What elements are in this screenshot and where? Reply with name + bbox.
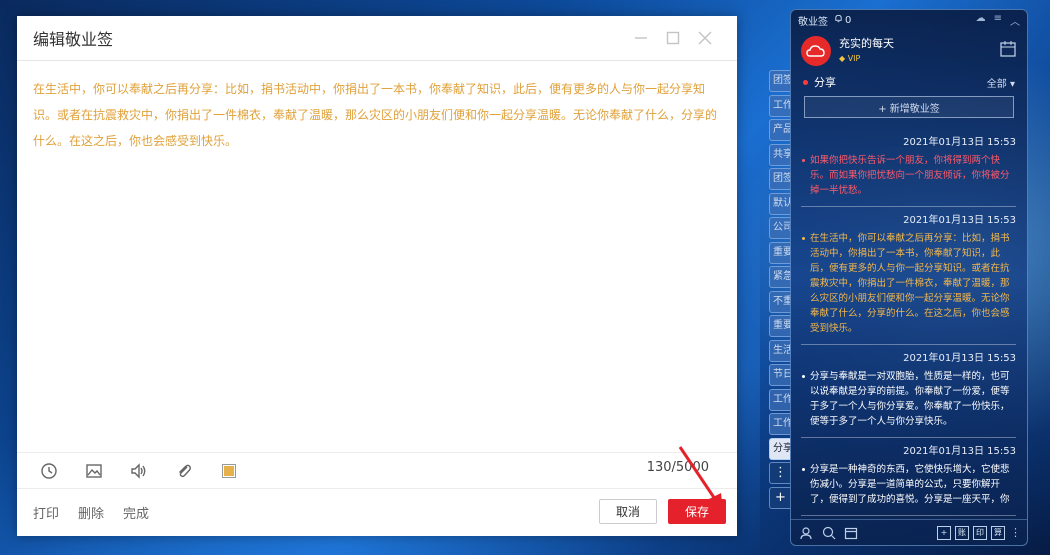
color-swatch-icon[interactable] xyxy=(217,459,241,483)
bottom-tool-button[interactable]: 印 xyxy=(973,525,987,540)
calendar-icon[interactable] xyxy=(999,40,1017,62)
category-tab[interactable]: 紧急 xyxy=(769,266,791,288)
category-tab[interactable]: 工作 xyxy=(769,388,791,411)
note-text: 分享与奉献是一对双胞胎，性质是一样的，也可以说奉献是分享的前提。你奉献了一份爱，… xyxy=(801,369,1016,429)
category-tab[interactable]: 分享 xyxy=(769,437,791,460)
widget-bottombar: + 账印算 ⋮ xyxy=(791,519,1027,545)
notification-count: 0 xyxy=(845,14,852,26)
note-text: 分享是一种神奇的东西，它使快乐增大，它使悲伤减小。分享是一道简单的公式，只要你解… xyxy=(801,462,1016,507)
attachment-icon[interactable] xyxy=(172,459,196,483)
cloud-sync-icon[interactable]: ☁ xyxy=(976,13,986,28)
note-content-editor[interactable]: 在生活中，你可以奉献之后再分享：比如，捐书活动中，你捐出了一本书，你奉献了知识，… xyxy=(17,62,737,452)
vip-badge: ◆ VIP xyxy=(839,53,861,63)
print-link[interactable]: 打印 xyxy=(33,503,59,522)
collapse-icon[interactable]: ︿ xyxy=(1010,13,1020,28)
new-note-button[interactable]: + 新增敬业签 xyxy=(804,96,1014,118)
note-date: 2021年01月13日 15:53 xyxy=(903,353,1016,364)
widget-app-name: 敬业签 xyxy=(798,16,828,28)
add-tab-icon[interactable]: + xyxy=(769,486,791,509)
bottom-tool-button[interactable]: + xyxy=(937,525,951,540)
clock-icon[interactable] xyxy=(37,459,61,483)
note-item[interactable]: 2021年01月13日 15:53 分享与奉献是一对双胞胎，性质是一样的，也可以说… xyxy=(801,353,1016,438)
image-icon[interactable] xyxy=(82,459,106,483)
search-icon[interactable] xyxy=(821,525,837,541)
widget-topbar[interactable]: 敬业签 0 ☁ ≡ ︿ xyxy=(791,10,1027,30)
note-date: 2021年01月13日 15:53 xyxy=(903,137,1016,148)
bottom-tool-button[interactable]: 算 xyxy=(991,525,1005,540)
username: 充实的每天 xyxy=(839,36,894,50)
category-tab[interactable]: 工作 xyxy=(769,94,791,117)
cancel-button[interactable]: 取消 xyxy=(599,499,657,524)
user-row: 充实的每天 ◆ VIP xyxy=(791,33,1027,69)
category-tab[interactable]: 默认 xyxy=(769,192,791,215)
category-tab[interactable]: 团签 xyxy=(769,70,791,92)
category-tab[interactable]: 不重 xyxy=(769,290,791,313)
sticky-note-widget: 敬业签 0 ☁ ≡ ︿ 充实的每天 ◆ VIP 分享 全部 ▾ + 新增敬业签 … xyxy=(790,9,1028,546)
category-tab[interactable]: 重要 xyxy=(769,241,791,264)
vip-label: VIP xyxy=(847,53,861,63)
note-date: 2021年01月13日 15:53 xyxy=(903,446,1016,457)
note-text: 如果你把快乐告诉一个朋友，你将得到两个快乐。而如果你把忧愁向一个朋友倾诉，你将被… xyxy=(801,153,1016,198)
note-item[interactable]: 2021年01月13日 15:53 在生活中，你可以奉献之后再分享：比如，捐书活动… xyxy=(801,215,1016,345)
section-header: 分享 全部 ▾ xyxy=(791,71,1027,93)
note-item[interactable]: 2021年01月13日 15:53 如果你把快乐告诉一个朋友，你将得到两个快乐。而… xyxy=(801,137,1016,207)
done-link[interactable]: 完成 xyxy=(123,503,149,522)
calendar-small-icon[interactable] xyxy=(843,525,859,541)
section-dot xyxy=(803,79,808,85)
more-tabs-icon[interactable]: ⋮ xyxy=(769,462,791,484)
avatar[interactable] xyxy=(801,36,831,66)
note-text: 在生活中，你可以奉献之后再分享：比如，捐书活动中，你捐出了一本书，你奉献了知识，… xyxy=(801,231,1016,336)
speaker-icon[interactable] xyxy=(127,459,151,483)
bell-icon[interactable] xyxy=(834,14,843,26)
category-tab[interactable]: 公司 xyxy=(769,217,791,239)
note-date: 2021年01月13日 15:53 xyxy=(903,215,1016,226)
editor-toolbar xyxy=(17,452,737,488)
edit-note-dialog: 编辑敬业签 在生活中，你可以奉献之后再分享：比如，捐书活动中，你捐出了一本书，你… xyxy=(17,16,737,536)
category-tab[interactable]: 生活 xyxy=(769,339,791,362)
category-tab[interactable]: 工作 xyxy=(769,413,791,435)
close-icon[interactable] xyxy=(689,22,721,54)
delete-link[interactable]: 删除 xyxy=(78,503,104,522)
menu-icon[interactable]: ≡ xyxy=(994,13,1002,28)
category-tabs: 团签 工作 产品 共享 团签 默认 公司 重要 紧急 不重 重要 生活 节日 工作 工作 分享 ⋮ + xyxy=(769,70,791,511)
dialog-titlebar[interactable]: 编辑敬业签 xyxy=(17,16,737,61)
maximize-icon[interactable] xyxy=(657,22,689,54)
filter-dropdown[interactable]: 全部 ▾ xyxy=(987,75,1015,90)
category-tab[interactable]: 重要 xyxy=(769,315,791,337)
minimize-icon[interactable] xyxy=(625,22,657,54)
more-icon[interactable]: ⋮ xyxy=(1010,526,1021,539)
category-tab[interactable]: 产品 xyxy=(769,119,791,141)
notes-list: 2021年01月13日 15:53 如果你把快乐告诉一个朋友，你将得到两个快乐。而… xyxy=(801,137,1016,524)
category-tab[interactable]: 共享 xyxy=(769,143,791,166)
bottom-tool-button[interactable]: 账 xyxy=(955,525,969,540)
section-title: 分享 xyxy=(814,76,836,89)
red-arrow-annotation xyxy=(678,446,723,511)
category-tab[interactable]: 节日 xyxy=(769,364,791,386)
users-icon[interactable] xyxy=(799,525,815,541)
note-item[interactable]: 2021年01月13日 15:53 分享是一种神奇的东西，它使快乐增大，它使悲伤减… xyxy=(801,446,1016,516)
category-tab[interactable]: 团签 xyxy=(769,168,791,190)
dialog-title: 编辑敬业签 xyxy=(33,30,114,49)
